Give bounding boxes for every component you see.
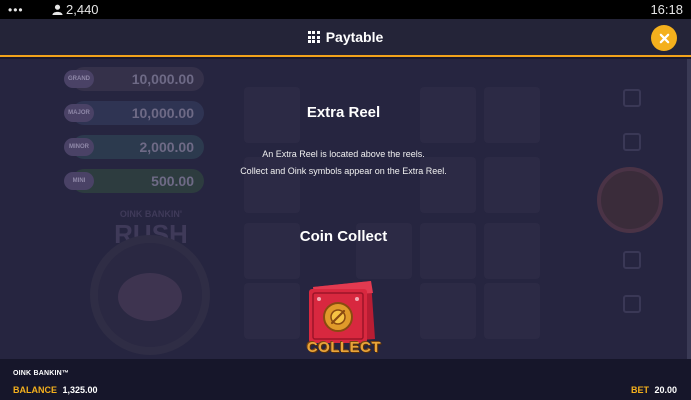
paytable-header: Paytable [0, 19, 691, 57]
status-bar: ••• 2,440 16:18 [0, 0, 691, 19]
extra-reel-line2: Collect and Oink symbols appear on the E… [240, 166, 447, 176]
player-count-value: 2,440 [66, 2, 99, 17]
bet-value: 20.00 [654, 385, 677, 395]
extra-reel-line1: An Extra Reel is located above the reels… [262, 149, 425, 159]
close-icon [659, 33, 669, 43]
section-title-extra-reel: Extra Reel [306, 104, 381, 121]
section-title-coin-collect: Coin Collect [299, 228, 388, 245]
game-name: OINK BANKIN™ [13, 370, 70, 377]
user-icon [52, 4, 63, 15]
balance-label: BALANCE [13, 385, 57, 395]
balance-display: BALANCE 1,325.00 [13, 385, 98, 395]
scrollbar[interactable] [687, 59, 691, 359]
collect-symbol: COLLECT [303, 277, 385, 359]
close-button[interactable] [651, 25, 677, 51]
menu-dots-icon[interactable]: ••• [8, 3, 48, 17]
bet-label: BET [630, 385, 649, 395]
footer-bar: OINK BANKIN™ BALANCE 1,325.00 BET 20.00 [0, 359, 691, 400]
clock: 16:18 [650, 2, 683, 17]
player-count: 2,440 [52, 2, 99, 17]
page-title-text: Paytable [325, 29, 384, 45]
balance-value: 1,325.00 [62, 385, 98, 395]
grid-menu-icon [307, 31, 320, 43]
bet-display: BET 20.00 [631, 385, 677, 395]
collect-symbol-label: COLLECT [306, 339, 382, 356]
paytable-content: Extra Reel An Extra Reel is located abov… [0, 59, 687, 359]
page-title: Paytable [307, 29, 384, 45]
